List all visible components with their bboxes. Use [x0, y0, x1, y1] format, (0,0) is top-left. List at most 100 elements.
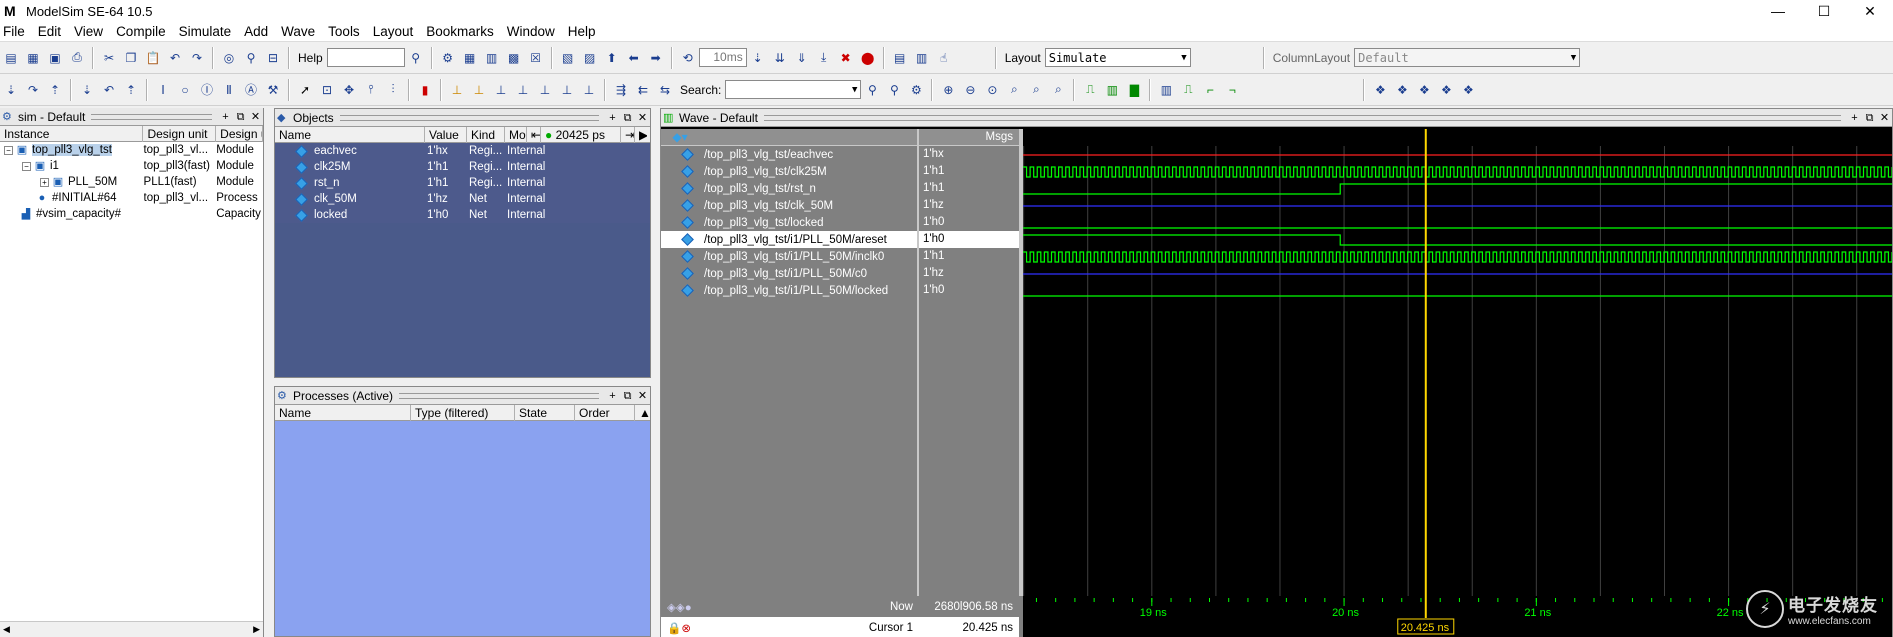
object-row[interactable]: eachvec 1'hx Regi... Internal — [275, 143, 650, 159]
open-folder-icon[interactable]: ▦ — [24, 49, 42, 67]
menu-window[interactable]: Window — [501, 24, 562, 39]
panel-grip[interactable] — [339, 114, 599, 121]
col-name[interactable]: Name — [275, 126, 425, 143]
wave-rise-icon[interactable]: ⌐ — [1201, 81, 1219, 99]
menu-edit[interactable]: Edit — [32, 24, 68, 39]
new-file-icon[interactable]: ▤ — [2, 49, 20, 67]
step-back-icon[interactable]: ⇣ — [78, 81, 96, 99]
search-options-icon[interactable]: ⚙ — [907, 81, 925, 99]
close-button[interactable]: ✕ — [1847, 0, 1893, 22]
time-back-icon[interactable]: ⇤ — [527, 126, 541, 143]
simulate-icon[interactable]: ▥ — [483, 49, 501, 67]
wave-signal-row[interactable]: /top_pll3_vlg_tst/i1/PLL_50M/locked — [661, 282, 917, 299]
col-value[interactable]: Value — [425, 126, 467, 143]
cut-icon[interactable]: ✂ — [100, 49, 118, 67]
up-arrow-icon[interactable]: ⬆ — [603, 49, 621, 67]
object-row[interactable]: clk_50M 1'hz Net Internal — [275, 191, 650, 207]
compile-icon[interactable]: ⚙ — [439, 49, 457, 67]
highlight-icon[interactable]: ▮ — [416, 81, 434, 99]
wave-signal-icon[interactable]: ⎍ — [1179, 81, 1197, 99]
col-type[interactable]: Type (filtered) — [411, 404, 515, 421]
tree-expander[interactable]: − — [4, 145, 13, 155]
tree-row[interactable]: − ▣ i1 top_pll3(fast) Module — [0, 158, 263, 174]
reverse-over-icon[interactable]: ↶ — [100, 81, 118, 99]
print-icon[interactable]: ⎙ — [68, 49, 86, 67]
wave-signal-row[interactable]: /top_pll3_vlg_tst/clk25M — [661, 163, 917, 180]
tree-row[interactable]: ● #INITIAL#64 top_pll3_vl... Process — [0, 190, 263, 206]
wave-compress-icon[interactable]: ▥ — [1157, 81, 1175, 99]
wave-signal-row[interactable]: /top_pll3_vlg_tst/i1/PLL_50M/c0 — [661, 265, 917, 282]
edge-next-icon[interactable]: ⊥ — [536, 81, 554, 99]
search-forward-icon[interactable]: ⚲ — [863, 81, 881, 99]
run-length-input[interactable]: 10ms — [698, 48, 747, 67]
panel-undock-icon[interactable]: ⧉ — [1862, 111, 1877, 125]
dock-arrow-icon[interactable]: ⇆ — [656, 81, 674, 99]
search-back-icon[interactable]: ⚲ — [885, 81, 903, 99]
menu-file[interactable]: File — [0, 24, 32, 39]
cursor-delete-icon[interactable]: ⊗ — [681, 621, 691, 635]
stop-icon[interactable]: ⬤ — [859, 49, 877, 67]
panel-undock-icon[interactable]: ⧉ — [620, 389, 635, 403]
edge-last-icon[interactable]: ⊥ — [558, 81, 576, 99]
zoom-out-icon[interactable]: ⊖ — [961, 81, 979, 99]
panel-close-icon[interactable]: ✕ — [635, 111, 650, 125]
zoom-range-icon[interactable]: ⌕ — [1049, 81, 1067, 99]
help-search-icon[interactable]: ⚲ — [407, 49, 425, 67]
wave-fall-icon[interactable]: ¬ — [1223, 81, 1241, 99]
tree-row[interactable]: + ▣ PLL_50M PLL1(fast) Module — [0, 174, 263, 190]
menu-tools[interactable]: Tools — [322, 24, 367, 39]
pan-icon[interactable]: ✥ — [340, 81, 358, 99]
bookmark-goto-icon[interactable]: ❖ — [1415, 81, 1433, 99]
run-all-icon[interactable]: ⇓ — [793, 49, 811, 67]
panel-add-icon[interactable]: + — [218, 110, 233, 124]
search-input[interactable]: ▼ — [725, 80, 862, 99]
zoom-full-icon[interactable]: ⊙ — [983, 81, 1001, 99]
save-icon[interactable]: ▣ — [46, 49, 64, 67]
edge-any-icon[interactable]: ⊥ — [580, 81, 598, 99]
wave-signal-row[interactable]: /top_pll3_vlg_tst/clk_50M — [661, 197, 917, 214]
cursor-row[interactable]: 🔒 ⊗ Cursor 1 20.425 ns — [661, 617, 1019, 637]
panel-grip[interactable] — [763, 114, 1841, 121]
panel-add-icon[interactable]: + — [605, 389, 620, 403]
help-search-input[interactable] — [326, 48, 405, 67]
tree-row[interactable]: ▟ #vsim_capacity# Capacity — [0, 206, 263, 222]
wave-signal-row[interactable]: /top_pll3_vlg_tst/i1/PLL_50M/areset — [661, 231, 917, 248]
menu-view[interactable]: View — [68, 24, 110, 39]
step-over-icon[interactable]: ▥ — [913, 49, 931, 67]
panel-undock-icon[interactable]: ⧉ — [620, 111, 635, 125]
zoom-last-icon[interactable]: ⌕ — [1027, 81, 1045, 99]
col-instance[interactable]: Instance — [0, 125, 144, 142]
edge-prev-icon[interactable]: ⊥ — [470, 81, 488, 99]
wave-group-icon[interactable]: ◆▾ — [671, 128, 689, 146]
pointer-icon[interactable]: ➚ — [296, 81, 314, 99]
menu-layout[interactable]: Layout — [367, 24, 421, 39]
zoom-in-icon[interactable]: ⊕ — [939, 81, 957, 99]
left-arrow-icon[interactable]: ⬅ — [625, 49, 643, 67]
zoom-region-icon[interactable]: ⊡ — [318, 81, 336, 99]
continue-run-icon[interactable]: ⇊ — [771, 49, 789, 67]
zoom-cursor-icon[interactable]: ⌕ — [1005, 81, 1023, 99]
edge-first-icon[interactable]: ⊥ — [448, 81, 466, 99]
scroll-right-icon[interactable]: ▶ — [253, 624, 260, 635]
add-wave-icon[interactable]: ▧ — [559, 49, 577, 67]
panel-undock-icon[interactable]: ⧉ — [233, 110, 248, 124]
find-icon[interactable]: ⚲ — [242, 49, 260, 67]
step-out-icon[interactable]: ☝ — [935, 49, 953, 67]
maximize-button[interactable]: ☐ — [1801, 0, 1847, 22]
edge-rising-icon[interactable]: ⊥ — [514, 81, 532, 99]
wave-signal-row[interactable]: /top_pll3_vlg_tst/eachvec — [661, 146, 917, 163]
wave-format-2-icon[interactable]: ▥ — [1103, 81, 1121, 99]
cursor-io-icon[interactable]: Ⓘ — [198, 81, 216, 99]
panel-close-icon[interactable]: ✕ — [635, 389, 650, 403]
object-row[interactable]: clk25M 1'h1 Regi... Internal — [275, 159, 650, 175]
panel-add-icon[interactable]: + — [605, 111, 620, 125]
col-name[interactable]: Name — [275, 404, 411, 421]
menu-add[interactable]: Add — [238, 24, 275, 39]
end-sim-icon[interactable]: ☒ — [527, 49, 545, 67]
tree-expander[interactable]: − — [22, 161, 31, 171]
step-up-icon[interactable]: ⇡ — [46, 81, 64, 99]
panel-grip[interactable] — [91, 113, 212, 120]
sim-horizontal-scrollbar[interactable]: ◀ ▶ — [0, 621, 263, 637]
minimize-button[interactable]: — — [1755, 0, 1801, 22]
paste-icon[interactable]: 📋 — [144, 49, 162, 67]
